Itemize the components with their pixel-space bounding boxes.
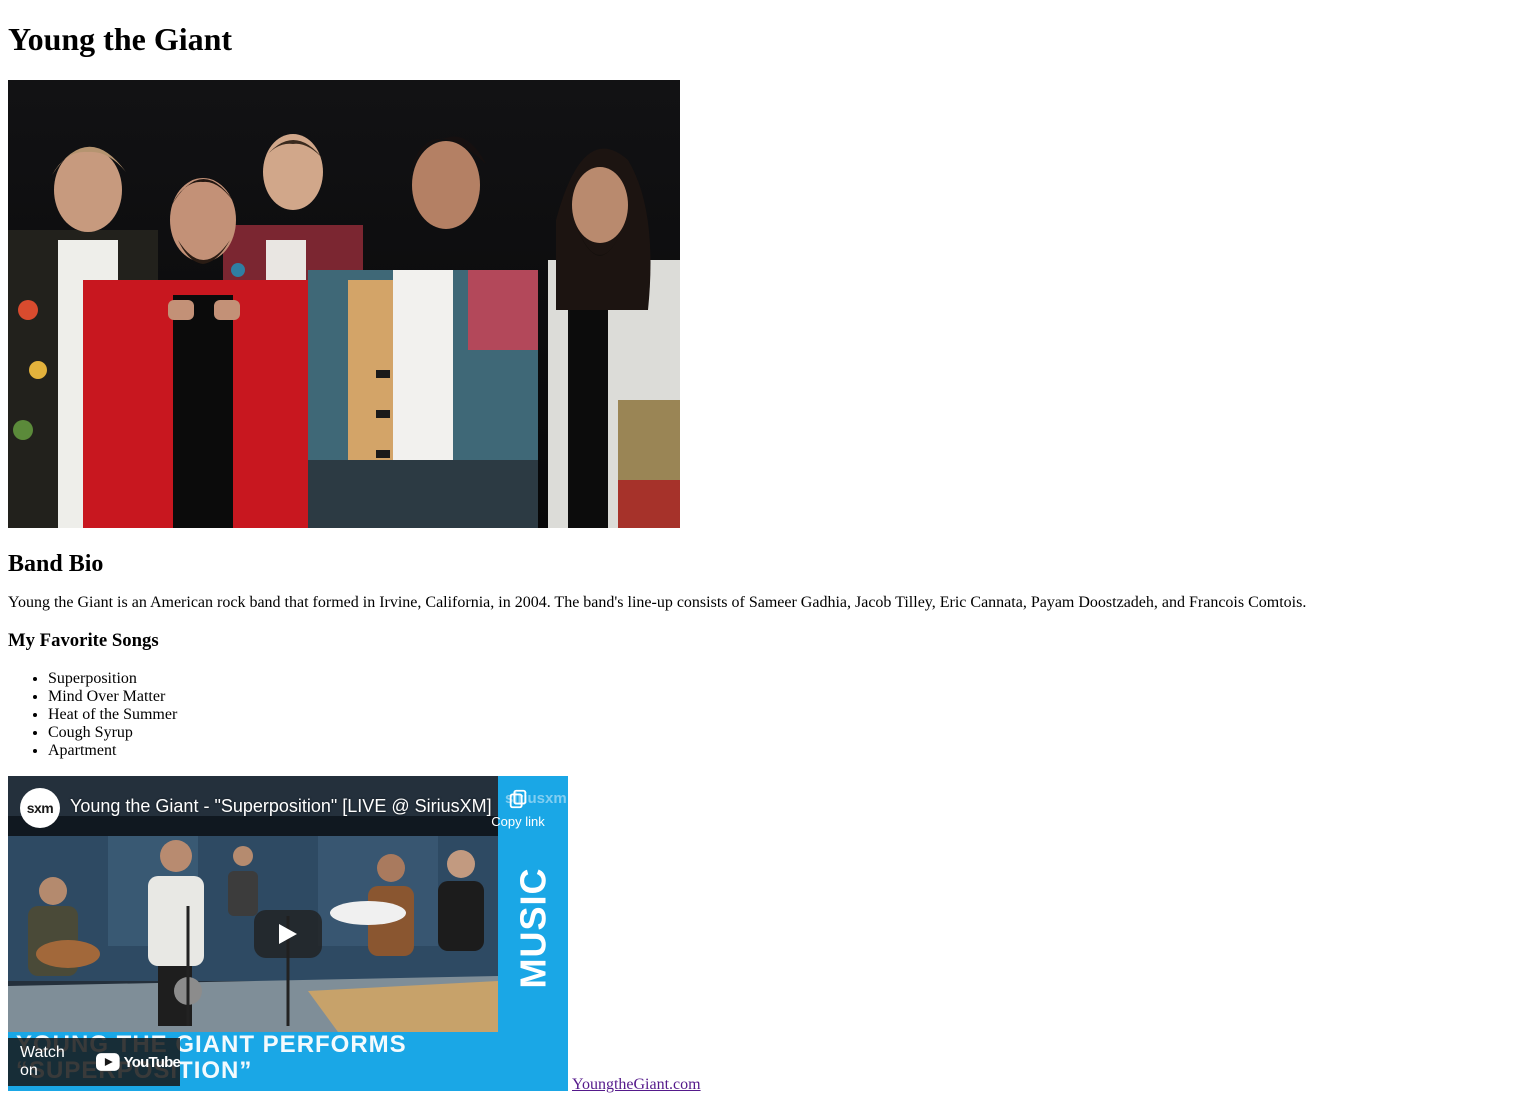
channel-avatar[interactable]: sxm — [20, 788, 60, 828]
list-item: Mind Over Matter — [48, 688, 1514, 706]
copy-link-button[interactable]: Copy link — [488, 788, 548, 829]
youtube-logo-icon — [96, 1053, 120, 1071]
youtube-wordmark: YouTube — [123, 1053, 181, 1071]
list-item: Heat of the Summer — [48, 706, 1514, 724]
watch-on-youtube-button[interactable]: Watch on YouTube — [8, 1038, 181, 1086]
copy-icon — [509, 789, 527, 809]
list-item: Superposition — [48, 670, 1514, 688]
songs-list: Superposition Mind Over Matter Heat of t… — [8, 670, 1514, 760]
bio-heading: Band Bio — [8, 551, 104, 577]
bio-text: Young the Giant is an American rock band… — [8, 594, 1307, 611]
music-banner: MUSIC — [498, 848, 568, 1008]
play-button[interactable] — [254, 910, 322, 958]
video-title[interactable]: Young the Giant - "Superposition" [LIVE … — [70, 796, 492, 817]
watch-on-label: Watch on — [20, 1044, 65, 1079]
page-content: Young the Giant Band Bio Young the Giant… — [8, 0, 1514, 1094]
music-banner-text: MUSIC — [512, 867, 553, 989]
play-icon — [279, 924, 297, 944]
band-photo — [8, 80, 680, 528]
copy-link-label: Copy link — [491, 814, 545, 829]
band-photo-illustration — [8, 80, 680, 528]
songs-heading: My Favorite Songs — [8, 630, 159, 651]
list-item: Apartment — [48, 742, 1514, 760]
list-item: Cough Syrup — [48, 724, 1514, 742]
band-website-link[interactable]: YoungtheGiant.com — [572, 1076, 701, 1094]
video-row: siriusxm MUSIC YOUNG THE GIANT PERFORMS … — [8, 776, 1514, 1094]
page-title: Young the Giant — [8, 21, 233, 57]
youtube-embed[interactable]: siriusxm MUSIC YOUNG THE GIANT PERFORMS … — [8, 776, 568, 1091]
